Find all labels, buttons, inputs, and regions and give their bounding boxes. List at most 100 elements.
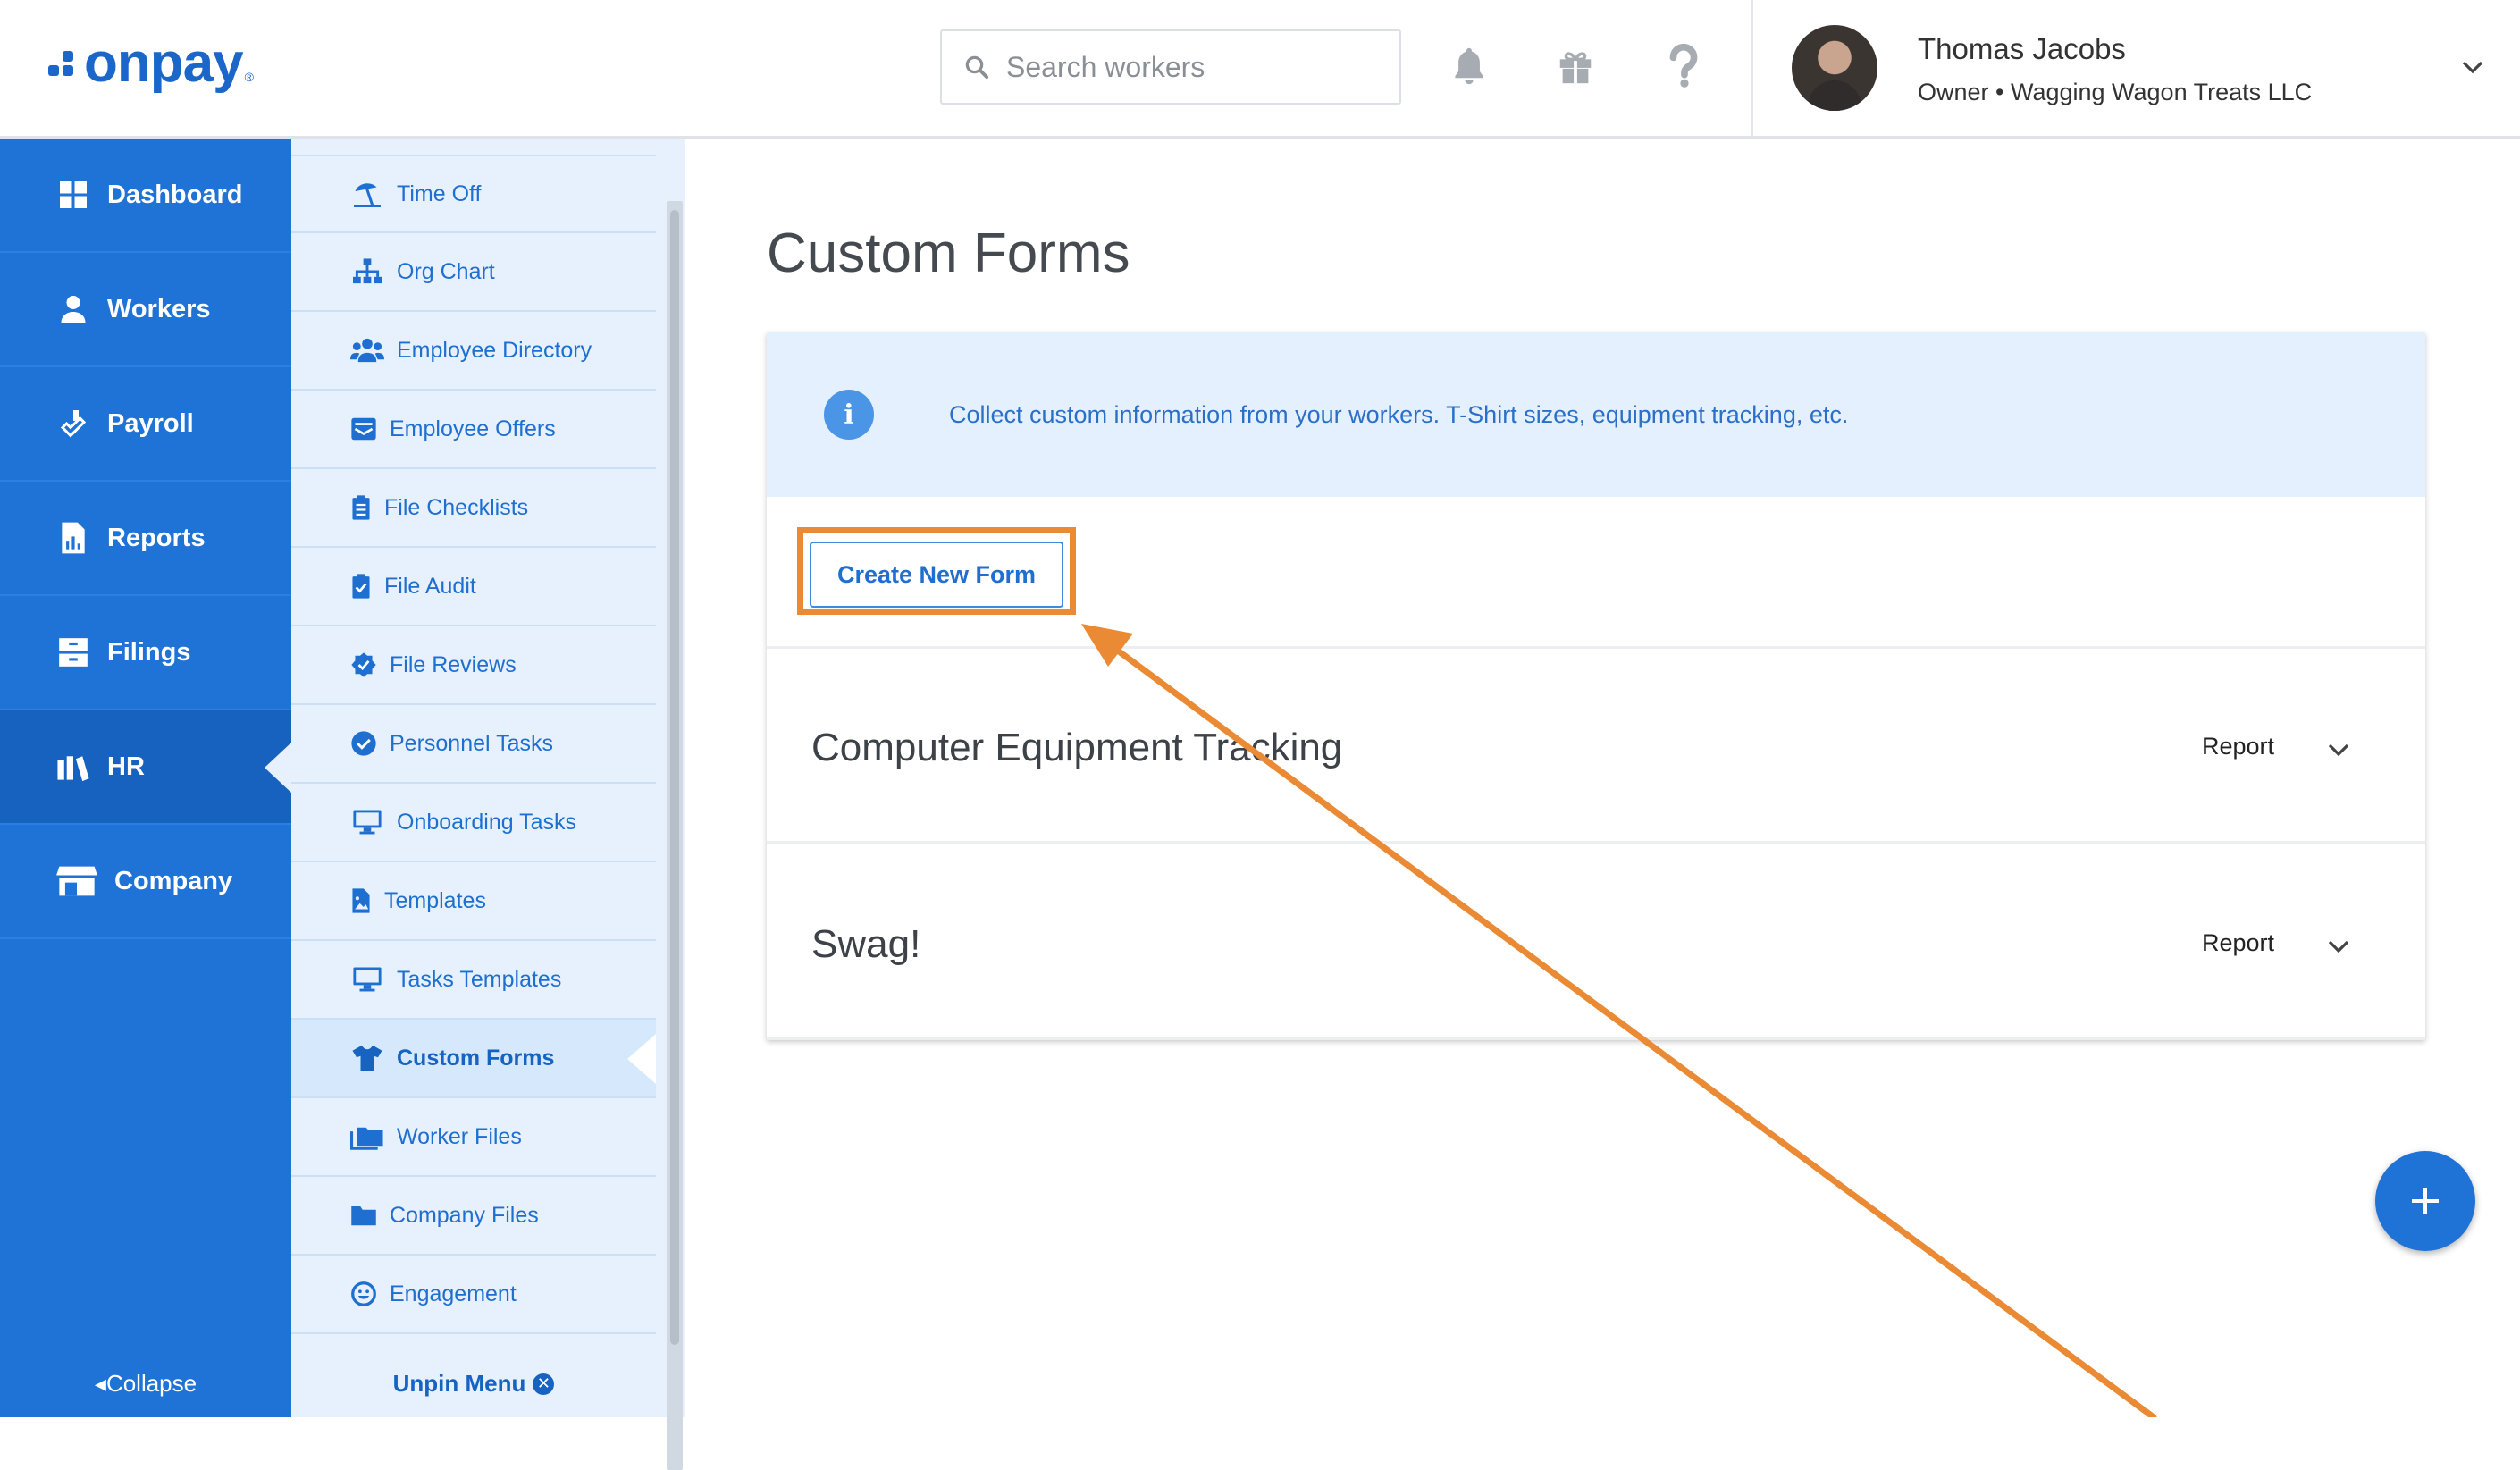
folder-icon — [350, 1198, 377, 1232]
reports-icon — [55, 520, 91, 556]
chevron-down-icon — [2328, 743, 2349, 757]
folders-icon — [350, 1120, 384, 1154]
clipboard-check-icon — [350, 569, 372, 603]
help-icon — [1669, 44, 1698, 88]
header-divider — [1751, 0, 1753, 136]
submenu-item-label: File Audit — [384, 573, 476, 599]
tshirt-icon — [350, 1041, 384, 1075]
submenu-item-label: Employee Offers — [390, 416, 556, 441]
submenu-item-label: Engagement — [390, 1281, 517, 1306]
report-button[interactable]: Report — [2202, 929, 2274, 957]
beach-umbrella-icon — [350, 177, 384, 211]
smile-icon — [350, 1277, 377, 1311]
workers-icon — [55, 291, 91, 327]
submenu-item-label: Custom Forms — [397, 1045, 555, 1071]
search-input[interactable] — [1006, 50, 1364, 84]
hr-submenu: Time Off Org Chart Employee Directory Em… — [291, 139, 685, 1470]
submenu-item-onboarding-tasks[interactable]: Onboarding Tasks — [291, 784, 656, 862]
sidebar-item-reports[interactable]: Reports — [0, 482, 291, 596]
sidebar-item-hr[interactable]: HR — [0, 710, 291, 825]
close-circle-icon: ✕ — [533, 1373, 555, 1395]
notifications-button[interactable] — [1442, 39, 1496, 93]
expand-form-toggle[interactable] — [2325, 933, 2352, 964]
offer-letter-icon — [350, 412, 377, 446]
company-icon — [55, 863, 98, 899]
submenu-item-tasks-templates[interactable]: Tasks Templates — [291, 941, 656, 1020]
onpay-logo[interactable]: onpay ® — [48, 32, 254, 95]
create-new-form-button[interactable]: Create New Form — [810, 542, 1063, 608]
submenu-item-org-chart[interactable]: Org Chart — [291, 233, 656, 312]
dashboard-icon — [55, 177, 91, 213]
form-name: Computer Equipment Tracking — [811, 726, 1343, 769]
search-box[interactable] — [940, 29, 1401, 105]
hr-icon — [55, 749, 91, 785]
submenu-item-label: File Checklists — [384, 494, 529, 520]
plus-icon — [2412, 1188, 2439, 1214]
submenu-item-templates[interactable]: Templates — [291, 862, 656, 941]
sidebar-item-label: Workers — [107, 294, 211, 323]
submenu-item-company-files[interactable]: Company Files — [291, 1177, 656, 1256]
submenu-item-file-reviews[interactable]: File Reviews — [291, 626, 656, 705]
submenu-item-label: Onboarding Tasks — [397, 809, 577, 835]
file-image-icon — [350, 884, 372, 918]
form-row[interactable]: Swag! Report — [767, 845, 2425, 1040]
submenu-item-label: File Reviews — [390, 651, 517, 677]
top-bar: onpay ® Thomas Jacobs Owner • Wagging Wa… — [0, 0, 2520, 139]
page-title: Custom Forms — [767, 223, 1130, 284]
user-name: Thomas Jacobs — [1918, 32, 2126, 65]
submenu-item-label: Tasks Templates — [397, 966, 562, 992]
submenu-item-label: Worker Files — [397, 1123, 522, 1149]
form-row[interactable]: Computer Equipment Tracking Report — [767, 649, 2425, 844]
sidebar-item-payroll[interactable]: Payroll — [0, 367, 291, 482]
submenu-item-label: Employee Directory — [397, 337, 592, 363]
add-floating-button[interactable] — [2375, 1151, 2475, 1251]
submenu-item-employee-offers[interactable]: Employee Offers — [291, 391, 656, 469]
payroll-icon — [55, 406, 91, 441]
submenu-item-file-audit[interactable]: File Audit — [291, 548, 656, 626]
rewards-button[interactable] — [1549, 39, 1602, 93]
monitor-icon — [350, 805, 384, 839]
user-role: Owner • Wagging Wagon Treats LLC — [1918, 79, 2313, 105]
caret-left-icon: ◂ — [94, 1370, 106, 1397]
sidebar-item-label: Filings — [107, 637, 191, 667]
monitor-icon — [350, 962, 384, 996]
submenu-item-personnel-tasks[interactable]: Personnel Tasks — [291, 705, 656, 784]
report-button[interactable]: Report — [2202, 733, 2274, 760]
info-banner-text: Collect custom information from your wor… — [949, 400, 1849, 428]
user-menu-toggle[interactable] — [2459, 54, 2486, 85]
form-name: Swag! — [811, 922, 921, 966]
unpin-menu-button[interactable]: Unpin Menu ✕ — [291, 1370, 656, 1398]
unpin-menu-label: Unpin Menu — [392, 1370, 526, 1397]
sidebar-item-label: Payroll — [107, 408, 194, 438]
submenu-item-time-off[interactable]: Time Off — [291, 155, 656, 233]
submenu-item-label: Personnel Tasks — [390, 730, 553, 756]
submenu-item-employee-directory[interactable]: Employee Directory — [291, 312, 656, 391]
collapse-sidebar-button[interactable]: ◂Collapse — [0, 1370, 291, 1398]
info-banner: i Collect custom information from your w… — [767, 332, 2425, 497]
submenu-item-file-checklists[interactable]: File Checklists — [291, 469, 656, 548]
submenu-scrollbar[interactable] — [667, 201, 683, 1470]
sidebar-item-label: Company — [114, 866, 233, 895]
badge-check-icon — [350, 648, 377, 682]
create-form-section: Create New Form — [767, 497, 2425, 649]
sidebar-item-workers[interactable]: Workers — [0, 253, 291, 367]
clipboard-list-icon — [350, 491, 372, 525]
search-icon — [965, 55, 989, 80]
submenu-item-worker-files[interactable]: Worker Files — [291, 1098, 656, 1177]
logo-mark-icon — [48, 51, 79, 85]
help-button[interactable] — [1657, 39, 1710, 93]
sidebar-item-filings[interactable]: Filings — [0, 596, 291, 710]
bell-icon — [1455, 47, 1483, 85]
user-avatar[interactable] — [1792, 25, 1877, 111]
submenu-item-label: Templates — [384, 887, 486, 913]
submenu-item-engagement[interactable]: Engagement — [291, 1256, 656, 1334]
submenu-item-custom-forms[interactable]: Custom Forms — [291, 1020, 656, 1098]
sidebar-item-dashboard[interactable]: Dashboard — [0, 139, 291, 253]
expand-form-toggle[interactable] — [2325, 736, 2352, 768]
org-chart-icon — [350, 255, 384, 289]
sidebar-item-company[interactable]: Company — [0, 825, 291, 939]
logo-registered-mark: ® — [244, 70, 254, 84]
custom-forms-card: i Collect custom information from your w… — [767, 332, 2425, 1040]
gift-icon — [1559, 52, 1592, 84]
submenu-item-label: Time Off — [397, 181, 482, 206]
